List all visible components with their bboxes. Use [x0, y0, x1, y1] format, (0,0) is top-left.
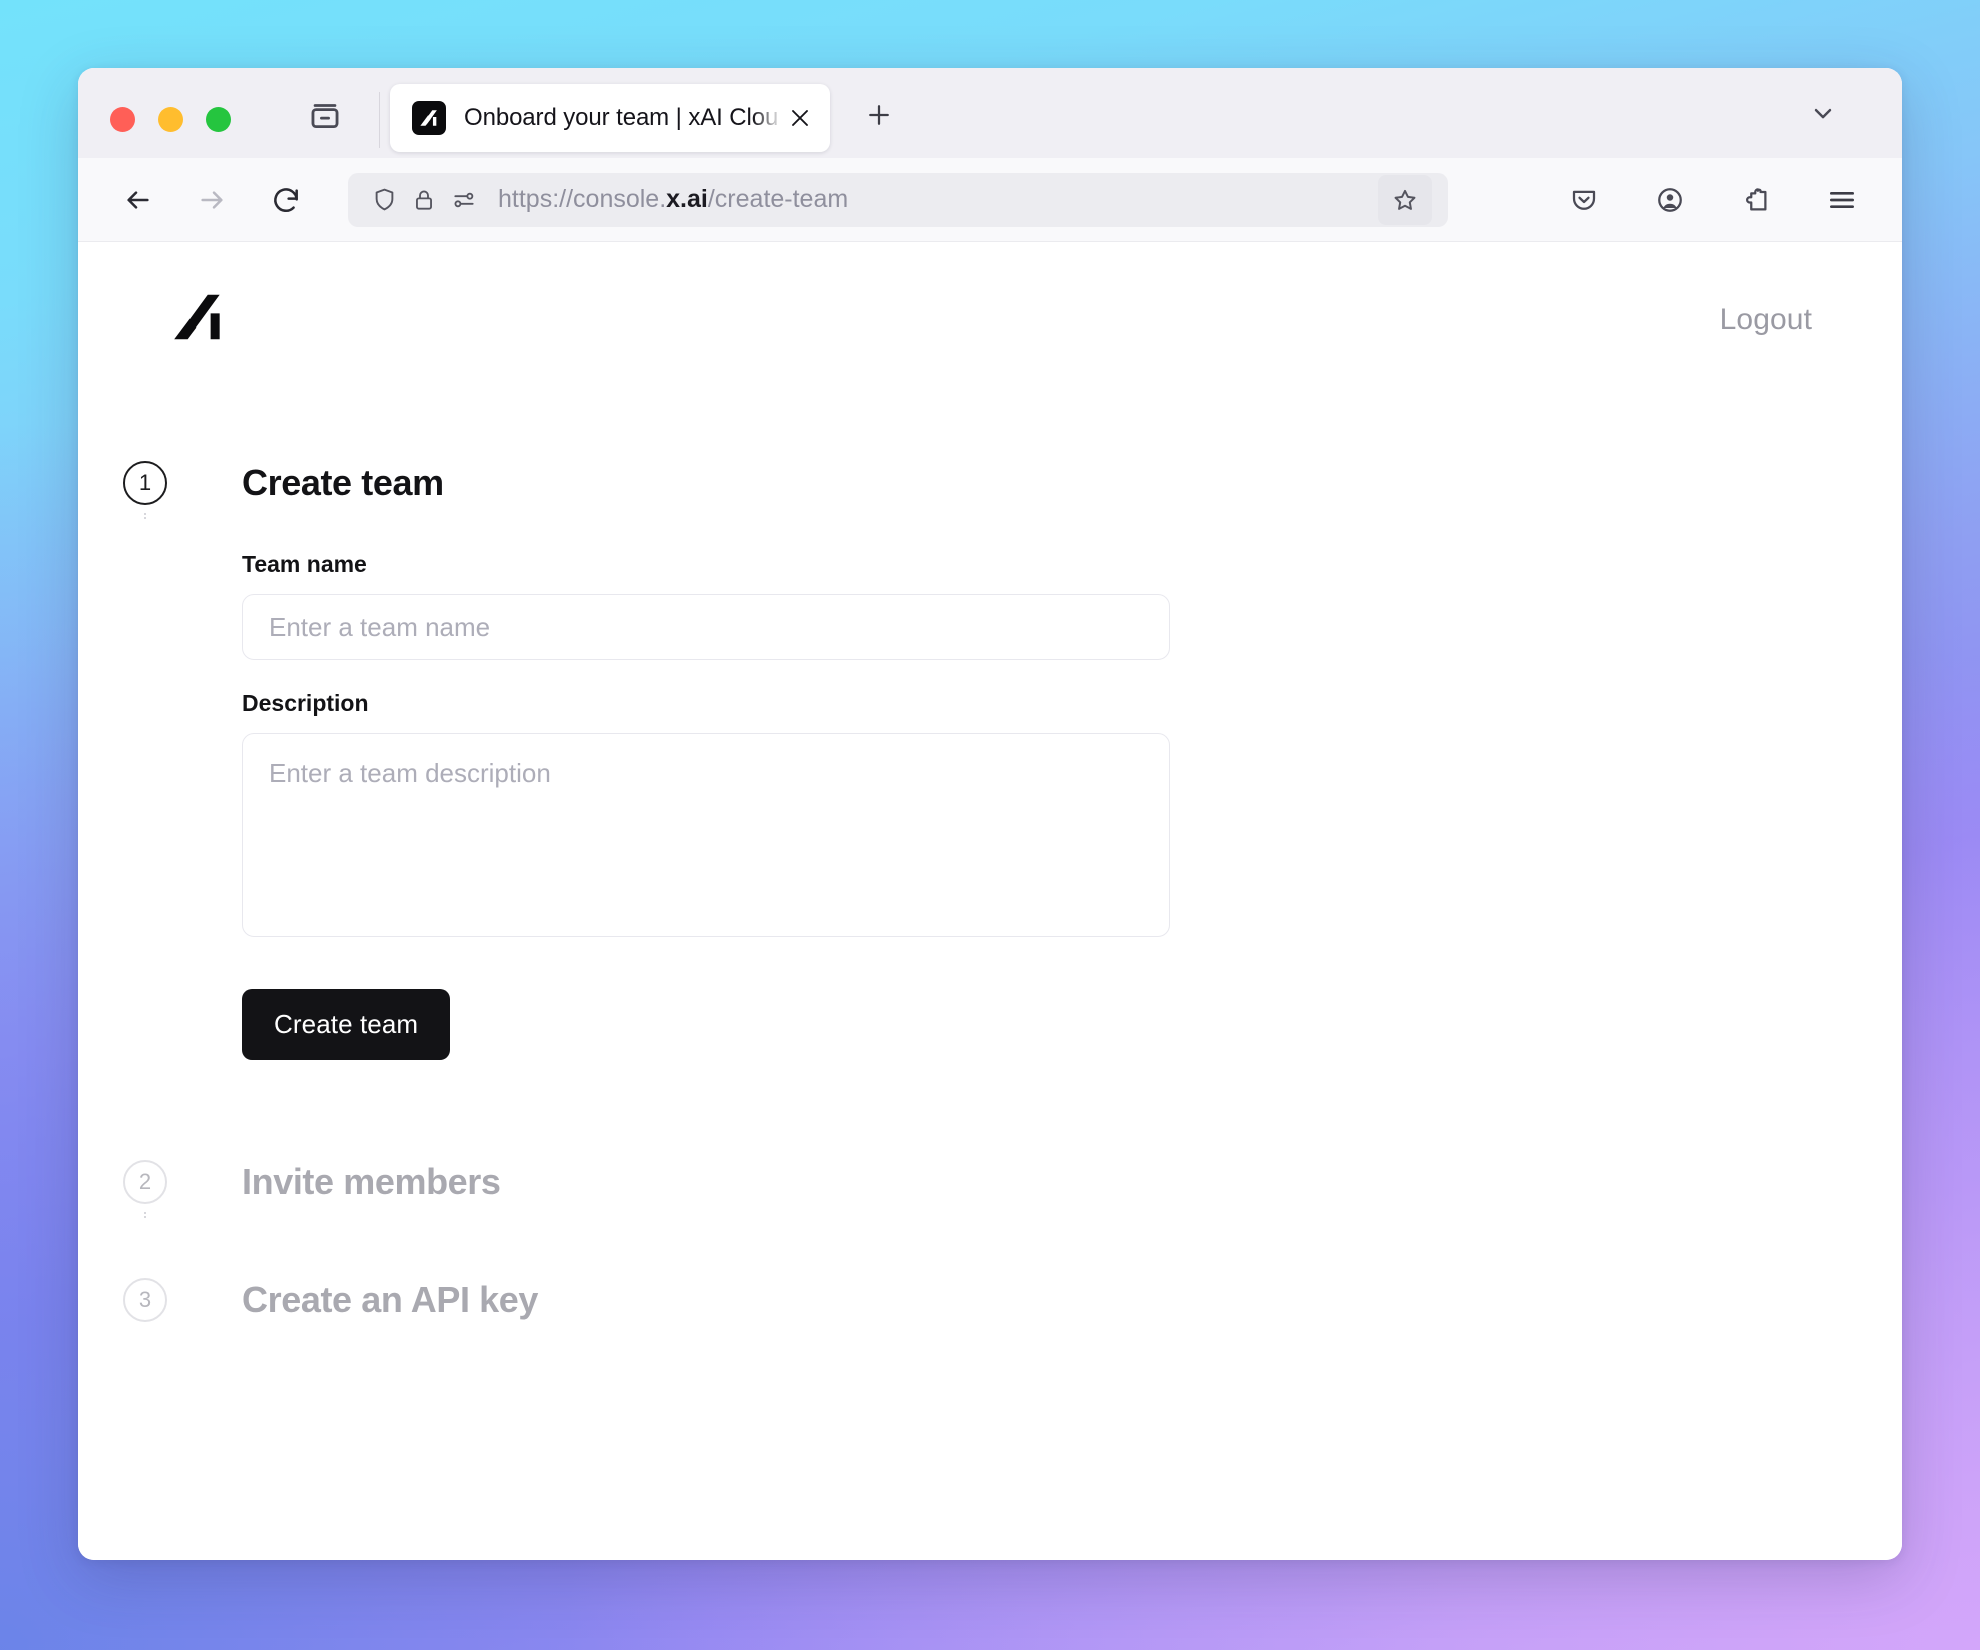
- url-prefix: https://console.: [498, 185, 667, 213]
- menu-icon[interactable]: [1816, 174, 1868, 226]
- extensions-icon[interactable]: [1730, 174, 1782, 226]
- browser-window: Onboard your team | xAI Cloud C: [78, 68, 1902, 1560]
- tabstrip-divider: [379, 92, 380, 148]
- step-connector-line: [144, 1212, 146, 1218]
- description-label: Description: [242, 690, 369, 716]
- close-window-button[interactable]: [110, 107, 135, 132]
- zoom-window-button[interactable]: [206, 107, 231, 132]
- toolbar-actions: [1538, 174, 1868, 226]
- navigation-toolbar: https://console.x.ai/create-team: [78, 158, 1902, 242]
- window-controls: [78, 107, 231, 158]
- step-number-3: 3: [123, 1278, 167, 1322]
- lock-icon[interactable]: [404, 180, 444, 220]
- star-icon[interactable]: [1378, 174, 1432, 225]
- url-bar[interactable]: https://console.x.ai/create-team: [348, 172, 1448, 227]
- step-marker-1: 1: [122, 461, 168, 519]
- onboarding-steps: 1 Create team Team name Description: [78, 461, 1902, 1330]
- url-path: /create-team: [707, 185, 849, 213]
- reload-icon[interactable]: [260, 174, 312, 226]
- step-body-1: Create team Team name Description Create…: [168, 461, 1902, 1068]
- xai-logo-icon: [412, 101, 446, 135]
- xai-logo[interactable]: [168, 286, 230, 353]
- step-invite-members: 2 Invite members: [122, 1160, 1902, 1218]
- arrow-left-icon[interactable]: [112, 174, 164, 226]
- step-marker-3: 3: [122, 1278, 168, 1322]
- step-title-create-api-key: Create an API key: [242, 1279, 539, 1320]
- team-name-label: Team name: [242, 551, 367, 577]
- page-content: Logout 1 Create team Team name Enter a t…: [78, 242, 1902, 1560]
- page-header: Logout: [78, 242, 1902, 353]
- step-body-2: Invite members: [168, 1160, 1902, 1212]
- step-create-team: 1 Create team Team name Description: [122, 461, 1902, 1068]
- logout-button[interactable]: Logout: [1720, 303, 1812, 337]
- account-icon[interactable]: [1644, 174, 1696, 226]
- close-icon[interactable]: [778, 96, 822, 140]
- browser-tab[interactable]: Onboard your team | xAI Cloud C: [390, 84, 830, 152]
- create-team-button[interactable]: Create team: [242, 989, 451, 1060]
- new-tab-button[interactable]: [856, 92, 902, 138]
- url-text[interactable]: https://console.x.ai/create-team: [498, 185, 1378, 214]
- description-field-block: Description: [242, 690, 1902, 937]
- team-name-field-block: Team name: [242, 551, 1902, 660]
- arrow-right-icon[interactable]: [186, 174, 238, 226]
- create-team-form: Team name Description Create team: [242, 505, 1902, 1060]
- step-create-api-key: 3 Create an API key: [122, 1278, 1902, 1330]
- step-number-1: 1: [123, 461, 167, 505]
- chevron-down-icon[interactable]: [1800, 90, 1846, 136]
- tab-title: Onboard your team | xAI Cloud C: [464, 104, 778, 131]
- step-title-create-team: Create team: [242, 462, 444, 503]
- minimize-window-button[interactable]: [158, 107, 183, 132]
- tab-strip: Onboard your team | xAI Cloud C: [78, 68, 1902, 158]
- step-body-3: Create an API key: [168, 1278, 1902, 1330]
- team-name-input[interactable]: [242, 594, 1170, 660]
- step-connector-line: [144, 513, 146, 519]
- description-textarea[interactable]: [242, 733, 1170, 937]
- url-domain: x.ai: [666, 185, 708, 213]
- step-number-2: 2: [123, 1160, 167, 1204]
- shield-icon[interactable]: [364, 180, 404, 220]
- step-marker-2: 2: [122, 1160, 168, 1218]
- page-settings-icon[interactable]: [444, 180, 484, 220]
- step-title-invite-members: Invite members: [242, 1161, 501, 1202]
- pocket-icon[interactable]: [1558, 174, 1610, 226]
- sidebar-icon[interactable]: [305, 96, 345, 136]
